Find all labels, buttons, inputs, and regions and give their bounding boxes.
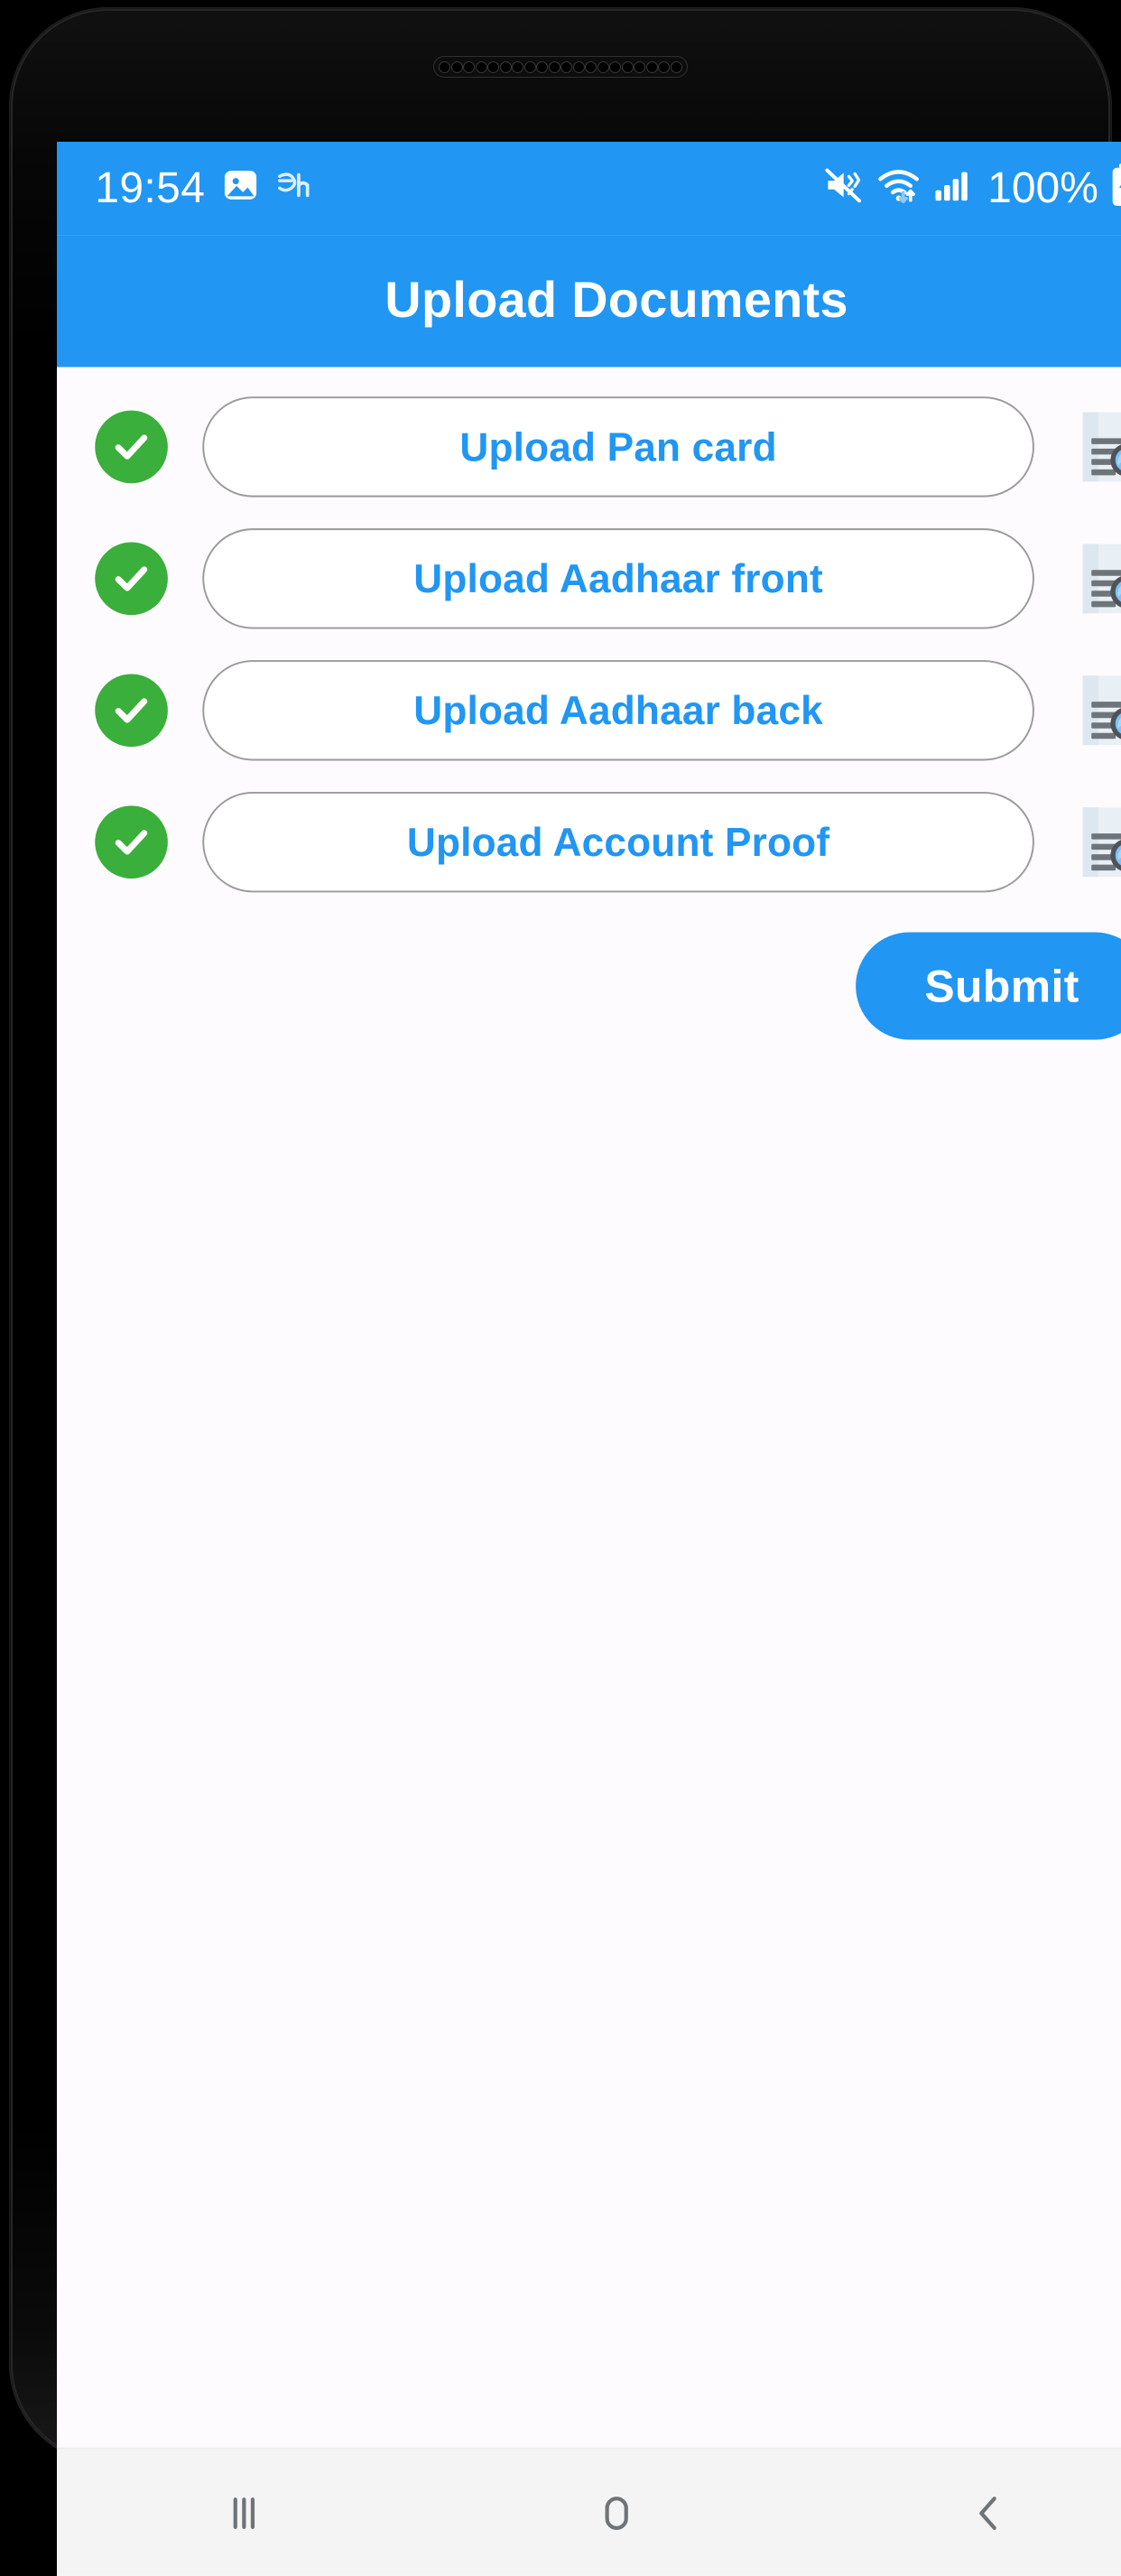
upload-row: Upload Aadhaar back xyxy=(57,645,1121,777)
wifi-icon xyxy=(877,163,922,214)
battery-percent-label: 100% xyxy=(987,163,1099,213)
earpiece-speaker-grille xyxy=(433,56,688,78)
upload-row: Upload Aadhaar front xyxy=(57,513,1121,645)
recents-icon[interactable] xyxy=(148,2449,338,2576)
status-bar-left: 19:54 xyxy=(96,165,313,212)
android-navigation-bar xyxy=(57,2448,1121,2576)
back-chevron-icon[interactable] xyxy=(894,2449,1085,2576)
check-circle-icon xyxy=(95,542,169,616)
status-bar: 19:54 100% xyxy=(57,142,1121,237)
upload-pan-card-button[interactable]: Upload Pan card xyxy=(202,396,1035,498)
check-circle-icon xyxy=(95,805,169,879)
mute-vibrate-icon xyxy=(823,163,865,214)
app-glyph-icon xyxy=(274,169,312,209)
upload-row: Upload Pan card xyxy=(57,381,1121,513)
upload-aadhaar-back-button[interactable]: Upload Aadhaar back xyxy=(202,660,1035,761)
app-bar: Upload Documents xyxy=(57,236,1121,368)
document-search-icon[interactable] xyxy=(1062,659,1121,763)
home-icon[interactable] xyxy=(522,2449,712,2576)
upload-documents-content: Upload Pan card Upload Aadhaar front Upl… xyxy=(57,367,1121,2449)
document-search-icon[interactable] xyxy=(1062,527,1121,631)
document-search-icon[interactable] xyxy=(1062,395,1121,499)
signal-bars-icon xyxy=(934,165,972,212)
phone-screen: 19:54 100% Upload Documents Upload Pan c… xyxy=(57,142,1121,2576)
submit-row: Submit xyxy=(57,908,1121,1040)
upload-aadhaar-front-button[interactable]: Upload Aadhaar front xyxy=(202,528,1035,629)
submit-button[interactable]: Submit xyxy=(855,932,1121,1040)
page-title: Upload Documents xyxy=(384,273,849,329)
check-circle-icon xyxy=(95,674,169,748)
image-icon xyxy=(221,165,259,212)
status-bar-clock: 19:54 xyxy=(95,163,206,213)
battery-charging-icon xyxy=(1111,163,1121,217)
upload-account-proof-button[interactable]: Upload Account Proof xyxy=(202,792,1035,893)
upload-row: Upload Account Proof xyxy=(57,777,1121,908)
document-search-icon[interactable] xyxy=(1062,791,1121,895)
status-bar-right: 100% xyxy=(823,163,1121,217)
check-circle-icon xyxy=(95,411,169,484)
phone-device-frame: 19:54 100% Upload Documents Upload Pan c… xyxy=(0,0,1121,2576)
